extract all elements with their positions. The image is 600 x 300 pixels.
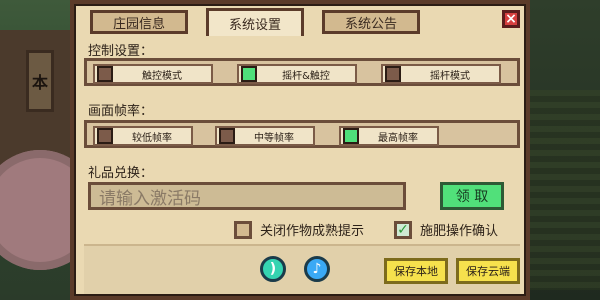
control-option-joystick-label: 摇杆模式 (430, 70, 470, 82)
control-option-joystick-touch[interactable]: 摇杆&触控 (237, 64, 357, 84)
building-sign: 本 (26, 50, 54, 112)
control-option-touch[interactable]: 触控模式 (93, 64, 213, 84)
activation-code-input[interactable]: 请输入激活码 (88, 182, 406, 210)
save-cloud-button[interactable]: 保存云端 (456, 258, 520, 284)
close-icon: × (505, 11, 517, 27)
gift-title: 礼品兑换： (88, 166, 154, 181)
control-option-joystick[interactable]: 摇杆模式 (381, 64, 501, 84)
toggle-fertilize-confirm[interactable]: ✓ 施肥操作确认 (394, 220, 498, 239)
music-icon: ♪ (312, 261, 322, 277)
toggle-crop-ripe-hint-checkbox[interactable] (234, 220, 252, 239)
framerate-option-highest[interactable]: 最高帧率 (339, 126, 439, 146)
toggle-fertilize-confirm-label: 施肥操作确认 (420, 224, 499, 239)
save-local-button[interactable]: 保存本地 (384, 258, 448, 284)
control-option-touch-label: 触控模式 (142, 70, 182, 82)
background-tiles (520, 90, 600, 290)
tab-system-settings[interactable]: 系统设置 (206, 8, 304, 36)
settings-content: 控制设置： 触控模式 摇杆&触控 摇杆模式 画面帧率： 较低帧率 中等帧率 最高… (84, 36, 520, 294)
framerate-option-medium-label: 中等帧率 (254, 132, 294, 144)
control-settings-title: 控制设置： (88, 44, 154, 59)
control-option-joystick-touch-indicator (241, 66, 257, 82)
tab-system-announcements[interactable]: 系统公告 (322, 10, 420, 34)
system-settings-dialog: 庄园信息 系统设置 系统公告 × 控制设置： 触控模式 摇杆&触控 摇杆模式 画… (70, 0, 530, 300)
framerate-option-medium[interactable]: 中等帧率 (215, 126, 315, 146)
framerate-option-low-indicator (97, 128, 113, 144)
control-option-joystick-touch-label: 摇杆&触控 (282, 70, 330, 82)
redeem-button[interactable]: 领 取 (440, 182, 504, 210)
framerate-option-low[interactable]: 较低帧率 (93, 126, 193, 146)
framerate-title: 画面帧率： (88, 104, 154, 119)
toggle-crop-ripe-hint[interactable]: 关闭作物成熟提示 (234, 220, 364, 239)
close-button[interactable]: × (502, 10, 520, 28)
framerate-option-low-label: 较低帧率 (132, 132, 172, 144)
toggle-crop-ripe-hint-label: 关闭作物成熟提示 (260, 224, 365, 239)
control-settings-bar: 触控模式 摇杆&触控 摇杆模式 (84, 58, 520, 86)
control-option-touch-indicator (97, 66, 113, 82)
toggle-fertilize-confirm-checkbox[interactable]: ✓ (394, 220, 412, 239)
sound-icon: ) (269, 261, 277, 277)
control-option-joystick-indicator (385, 66, 401, 82)
framerate-option-highest-indicator (343, 128, 359, 144)
sound-button[interactable]: ) (260, 256, 286, 282)
tab-estate-info[interactable]: 庄园信息 (90, 10, 188, 34)
tab-bar: 庄园信息 系统设置 系统公告 (90, 8, 420, 36)
framerate-option-highest-label: 最高帧率 (378, 132, 418, 144)
framerate-bar: 较低帧率 中等帧率 最高帧率 (84, 120, 520, 148)
music-button[interactable]: ♪ (304, 256, 330, 282)
bottom-action-area (84, 244, 520, 294)
framerate-option-medium-indicator (219, 128, 235, 144)
